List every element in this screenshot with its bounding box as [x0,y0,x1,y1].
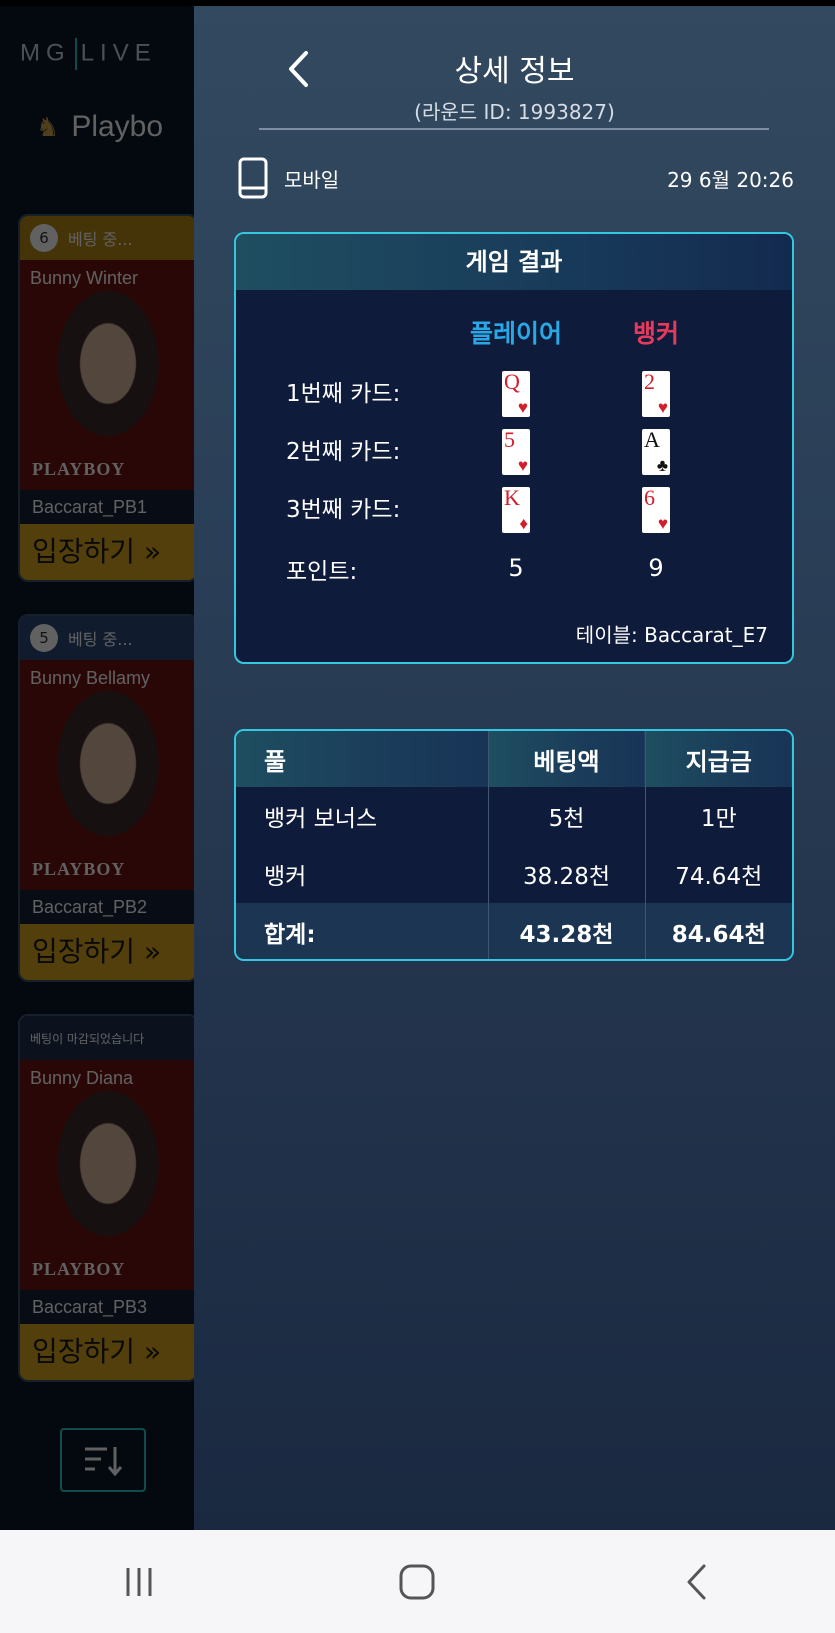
device-label: 모바일 [284,167,340,192]
player-card: Q ♥ [502,369,530,417]
page-title: 상세 정보 [454,54,575,89]
bet-table: 풀 베팅액 지급금 뱅커 보너스 5천 1만 뱅커 38.28천 74.64천 … [236,731,792,959]
bet-summary-box: 풀 베팅액 지급금 뱅커 보너스 5천 1만 뱅커 38.28천 74.64천 … [234,729,794,961]
banker-points: 9 [648,554,664,582]
bet-table-header: 풀 베팅액 지급금 [236,731,792,787]
enter-button[interactable]: 입장하기 » [20,924,194,980]
round-datetime: 29 6월 20:26 [667,167,794,192]
pool-header: 풀 [236,731,488,787]
home-button[interactable] [377,1552,457,1612]
player-column-header: 플레이어 [469,319,562,348]
player-points: 5 [508,554,524,582]
system-back-button[interactable] [656,1552,736,1612]
round-detail-panel: 상세 정보 (라운드 ID: 1993827) 모바일 29 6월 20:26 … [194,6,835,1530]
points-label: 포인트: [286,559,358,585]
card-row-label: 2번째 카드: [286,439,401,465]
banker-card: 6 ♥ [642,485,670,533]
recent-apps-button[interactable] [99,1552,179,1612]
table-row: 뱅커 38.28천 74.64천 [236,845,792,903]
lobby-background: MG LIVE ♞ Playbo 6 베팅 중... Bunny Winter PLAY… [0,0,194,1530]
round-id: (라운드 ID: 1993827) [414,100,615,124]
mg-live-logo: MG LIVE [20,38,157,70]
enter-button[interactable]: 입장하기 » [20,524,194,580]
game-result-header: 게임 결과 [236,234,792,290]
status-bar [0,0,835,6]
lobby-brand: ♞ Playbo [36,110,164,143]
lobby-table-card[interactable]: 6 베팅 중... Bunny Winter PLAYBOY Baccarat_PB… [18,214,194,582]
mobile-phone-icon [238,157,268,199]
home-icon [399,1564,435,1599]
sort-icon[interactable] [60,1428,146,1492]
banker-card: A ♣ [642,427,670,475]
payout-header: 지급금 [644,731,792,787]
bet-amount-header: 베팅액 [487,731,645,787]
system-nav-bar [0,1530,835,1633]
banker-card: 2 ♥ [642,369,670,417]
back-icon [687,1564,706,1599]
table-name: 테이블: Baccarat_E7 [575,623,768,647]
device-row: 모바일 29 6월 20:26 [238,156,794,200]
card-row-label: 1번째 카드: [286,381,401,407]
divider [259,128,769,130]
lobby-table-card[interactable]: 베팅이 마감되었습니다 Bunny Diana PLAYBOY Baccarat_… [18,1014,194,1382]
card-row-label: 3번째 카드: [286,497,401,523]
table-row: 뱅커 보너스 5천 1만 [236,787,792,845]
game-result-box: 게임 결과 플레이어 뱅커 1번째 카드: Q ♥ 2 ♥ 2번째 카드: 5 ♥ A… [234,232,794,664]
recent-apps-icon [126,1567,152,1596]
banker-column-header: 뱅커 [632,319,679,348]
enter-button[interactable]: 입장하기 » [20,1324,194,1380]
bunny-icon: ♞ [36,112,60,142]
player-card: K ♦ [502,485,530,533]
lobby-table-card[interactable]: 5 베팅 중... Bunny Bellamy PLAYBOY Baccarat_P… [18,614,194,982]
player-card: 5 ♥ [502,427,530,475]
total-row: 합계: 43.28천 84.64천 [236,903,792,959]
